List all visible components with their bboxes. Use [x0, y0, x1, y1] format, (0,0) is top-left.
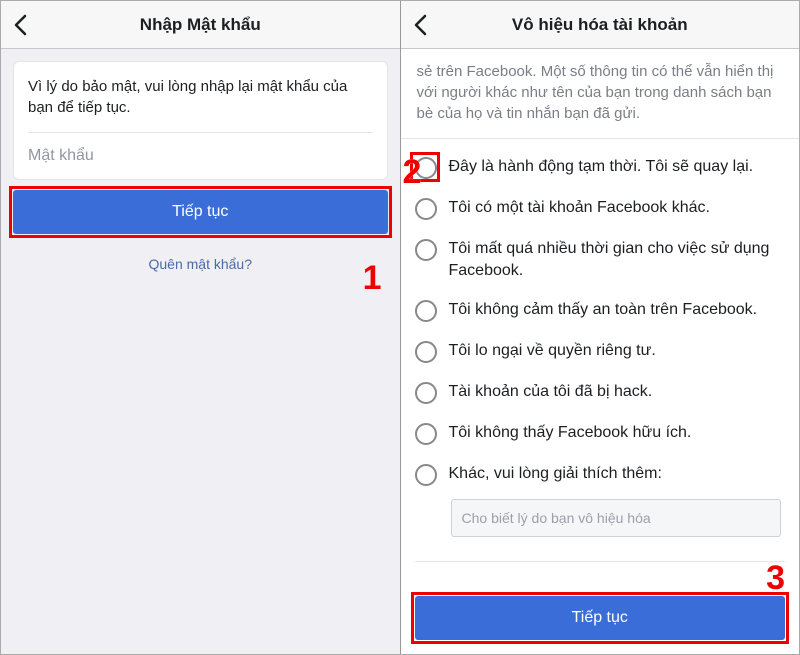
other-reason-input[interactable]	[451, 499, 782, 537]
chevron-left-icon	[13, 14, 27, 36]
reason-options: Đây là hành động tạm thời. Tôi sẽ quay l…	[401, 139, 800, 555]
option-too-much-time[interactable]: Tôi mất quá nhiều thời gian cho việc sử …	[409, 229, 796, 290]
continue-button[interactable]: Tiếp tục	[13, 190, 388, 234]
forgot-password-link[interactable]: Quên mật khẩu?	[13, 248, 388, 280]
radio-icon	[415, 423, 437, 445]
option-privacy[interactable]: Tôi lo ngại về quyền riêng tư.	[409, 331, 796, 372]
radio-icon	[415, 198, 437, 220]
header: Vô hiệu hóa tài khoản	[401, 1, 800, 49]
radio-icon	[415, 464, 437, 486]
radio-icon	[415, 300, 437, 322]
option-label: Tôi có một tài khoản Facebook khác.	[449, 197, 710, 219]
option-hacked[interactable]: Tài khoản của tôi đã bị hack.	[409, 372, 796, 413]
option-not-useful[interactable]: Tôi không thấy Facebook hữu ích.	[409, 413, 796, 454]
option-label: Khác, vui lòng giải thích thêm:	[449, 463, 662, 485]
option-another-account[interactable]: Tôi có một tài khoản Facebook khác.	[409, 188, 796, 229]
option-label: Tôi lo ngại về quyền riêng tư.	[449, 340, 656, 362]
chevron-left-icon	[413, 14, 427, 36]
deactivate-screen: Vô hiệu hóa tài khoản sẻ trên Facebook. …	[401, 1, 800, 654]
page-title: Nhập Mật khẩu	[140, 15, 261, 35]
radio-icon	[415, 157, 437, 179]
radio-icon	[415, 382, 437, 404]
radio-icon	[415, 239, 437, 261]
option-label: Tôi không cảm thấy an toàn trên Facebook…	[449, 299, 758, 321]
option-label: Đây là hành động tạm thời. Tôi sẽ quay l…	[449, 156, 754, 178]
password-screen: Nhập Mật khẩu Vì lý do bảo mật, vui lòng…	[1, 1, 401, 654]
deactivate-intro: sẻ trên Facebook. Một số thông tin có th…	[401, 49, 800, 139]
option-label: Tôi không thấy Facebook hữu ích.	[449, 422, 692, 444]
option-temporary[interactable]: Đây là hành động tạm thời. Tôi sẽ quay l…	[409, 147, 796, 188]
password-input[interactable]	[28, 132, 373, 179]
option-label: Tôi mất quá nhiều thời gian cho việc sử …	[449, 238, 786, 281]
radio-icon	[415, 341, 437, 363]
header: Nhập Mật khẩu	[1, 1, 400, 49]
option-label: Tài khoản của tôi đã bị hack.	[449, 381, 653, 403]
option-other[interactable]: Khác, vui lòng giải thích thêm:	[409, 454, 796, 495]
back-button[interactable]	[9, 10, 31, 40]
password-card: Vì lý do bảo mật, vui lòng nhập lại mật …	[13, 61, 388, 180]
option-unsafe[interactable]: Tôi không cảm thấy an toàn trên Facebook…	[409, 290, 796, 331]
continue-button[interactable]: Tiếp tục	[415, 596, 786, 640]
security-notice: Vì lý do bảo mật, vui lòng nhập lại mật …	[28, 76, 373, 118]
back-button[interactable]	[409, 10, 431, 40]
divider	[415, 561, 786, 562]
page-title: Vô hiệu hóa tài khoản	[512, 15, 688, 35]
